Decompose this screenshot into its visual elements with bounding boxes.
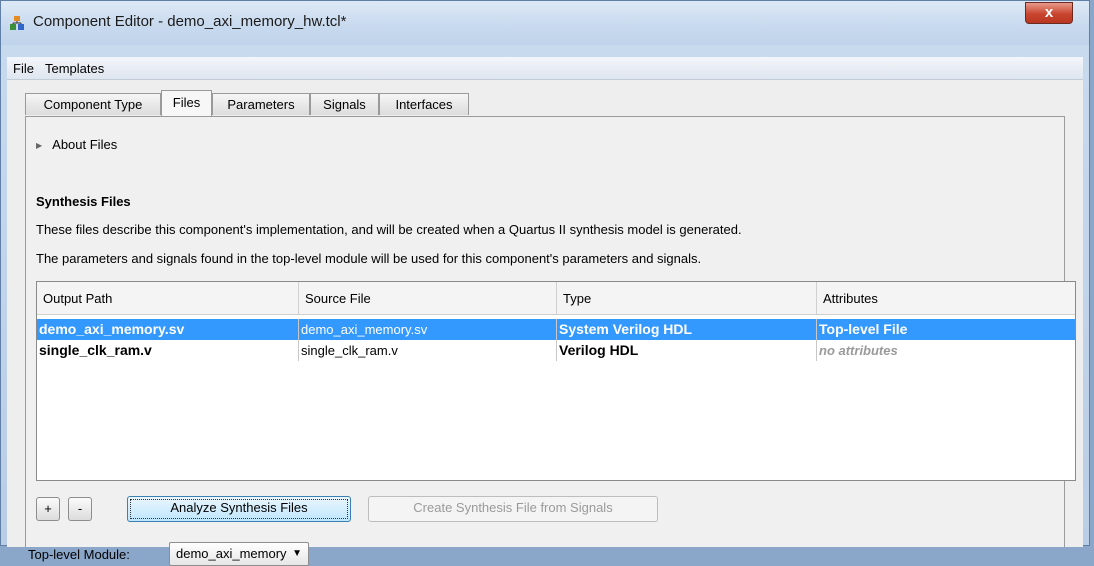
cell-type: Verilog HDL (557, 340, 817, 361)
table-row[interactable]: single_clk_ram.v single_clk_ram.v Verilo… (37, 340, 1075, 361)
cell-output-path: single_clk_ram.v (37, 340, 299, 361)
column-header-type[interactable]: Type (557, 282, 817, 314)
top-level-module-value: demo_axi_memory (176, 546, 287, 561)
create-synthesis-file-button[interactable]: Create Synthesis File from Signals (368, 496, 658, 522)
window-title: Component Editor - demo_axi_memory_hw.tc… (33, 13, 347, 30)
top-level-module-label: Top-level Module: (28, 547, 130, 562)
cell-source-file: single_clk_ram.v (299, 340, 557, 361)
column-header-output-path[interactable]: Output Path (37, 282, 299, 314)
analyze-synthesis-files-button[interactable]: Analyze Synthesis Files (127, 496, 351, 522)
editor-content: Component Type Files Parameters Signals … (7, 80, 1083, 566)
tab-component-type[interactable]: Component Type (25, 93, 161, 115)
tab-files[interactable]: Files (161, 90, 212, 116)
menu-templates[interactable]: Templates (45, 61, 104, 76)
remove-file-button[interactable]: - (68, 497, 92, 521)
component-editor-icon (10, 16, 24, 30)
title-bar[interactable]: Component Editor - demo_axi_memory_hw.tc… (1, 1, 1089, 45)
column-header-attributes[interactable]: Attributes (817, 282, 1075, 314)
table-row[interactable]: demo_axi_memory.sv demo_axi_memory.sv Sy… (37, 319, 1075, 340)
section-title: Synthesis Files (36, 194, 131, 209)
files-panel: ▶ About Files Synthesis Files These files… (25, 116, 1076, 566)
tab-signals[interactable]: Signals (310, 93, 379, 115)
triangle-right-icon: ▶ (36, 141, 43, 150)
tab-parameters[interactable]: Parameters (212, 93, 310, 115)
cell-type: System Verilog HDL (557, 319, 817, 340)
about-files-label: About Files (52, 137, 118, 152)
add-file-button[interactable]: + (36, 497, 60, 521)
tab-interfaces[interactable]: Interfaces (379, 93, 469, 115)
cell-source-file: demo_axi_memory.sv (299, 319, 557, 340)
menu-bar: File Templates (7, 57, 1083, 80)
menu-file[interactable]: File (13, 61, 34, 76)
component-editor-window: Component Editor - demo_axi_memory_hw.tc… (0, 0, 1090, 566)
synthesis-files-table[interactable]: Output Path Source File Type Attributes … (36, 281, 1076, 481)
section-description-2: The parameters and signals found in the … (36, 251, 702, 266)
about-files-toggle[interactable]: ▶ About Files (36, 137, 117, 152)
column-header-source-file[interactable]: Source File (299, 282, 557, 314)
chevron-down-icon: ▼ (292, 548, 302, 559)
table-header: Output Path Source File Type Attributes (37, 282, 1075, 315)
cell-attributes: Top-level File (819, 321, 908, 337)
section-description: These files describe this component's im… (36, 222, 742, 237)
close-icon[interactable]: x (1025, 2, 1073, 24)
cell-output-path: demo_axi_memory.sv (37, 319, 299, 340)
cell-attributes: no attributes (819, 343, 898, 358)
